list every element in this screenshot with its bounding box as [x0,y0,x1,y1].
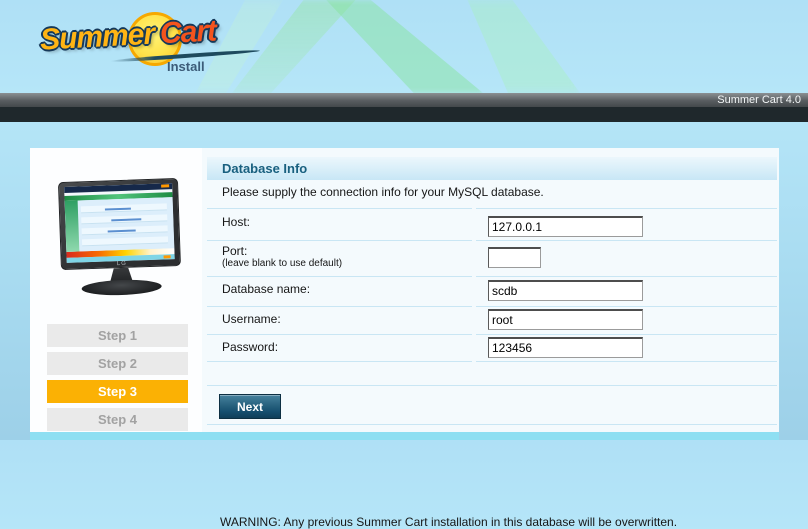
password-input[interactable] [488,337,643,358]
row-separator [207,208,472,209]
row-separator [476,306,777,307]
row-separator [207,276,472,277]
username-input[interactable] [488,309,643,330]
install-panel: LG Step 1 Step 2 Step 3 Step 4 Database … [30,148,779,432]
green-streak-decoration [318,0,483,93]
summer-cart-logo: SummerCart [38,8,253,68]
screen-logo-dot [161,184,169,187]
monitor-graphic: LG [58,178,184,302]
bottom-accent-strip [30,432,779,440]
row-separator [207,240,472,241]
logo-word-summer: Summer [39,18,155,57]
install-subtitle: Install [167,59,205,74]
database-name-label: Database name: [222,282,310,296]
row-separator [476,361,777,362]
row-separator [207,361,472,362]
step-list: Step 1 Step 2 Step 3 Step 4 [47,324,188,431]
row-separator [476,240,777,241]
logo-word-cart: Cart [159,14,217,50]
database-name-input[interactable] [488,280,643,301]
screen-sidebar [65,200,80,251]
row-separator [207,306,472,307]
row-separator [207,334,472,335]
row-separator [207,385,777,386]
screen-logo-dot [164,255,171,258]
step-indicator-1: Step 1 [47,324,188,347]
next-button[interactable]: Next [219,394,281,419]
step-indicator-3-active: Step 3 [47,380,188,403]
step-indicator-2: Step 2 [47,352,188,375]
host-label: Host: [222,215,250,229]
screen-body [65,197,175,252]
port-input[interactable] [488,247,541,268]
port-label: Port: [222,244,247,258]
screen-row [82,236,168,246]
intro-text: Please supply the connection info for yo… [222,185,544,199]
logo-text: SummerCart [39,14,217,57]
monitor-screen [64,183,175,263]
section-heading: Database Info [207,157,777,180]
row-separator [476,276,777,277]
password-label: Password: [222,340,278,354]
monitor-bezel: LG [58,178,181,270]
row-separator [476,208,777,209]
username-label: Username: [222,312,281,326]
title-bar: Summer Cart 4.0 [0,93,808,107]
port-note: (leave blank to use default) [222,258,342,269]
dark-divider-bar [0,107,808,122]
host-input[interactable] [488,216,643,237]
page-header: SummerCart Install [0,0,808,93]
row-separator [476,334,777,335]
warning-text: WARNING: Any previous Summer Cart instal… [220,515,677,529]
app-version-title: Summer Cart 4.0 [717,94,801,106]
row-separator [207,424,777,425]
step-indicator-4: Step 4 [47,408,188,431]
monitor-base [81,279,161,297]
sidebar: LG Step 1 Step 2 Step 3 Step 4 [30,148,202,432]
